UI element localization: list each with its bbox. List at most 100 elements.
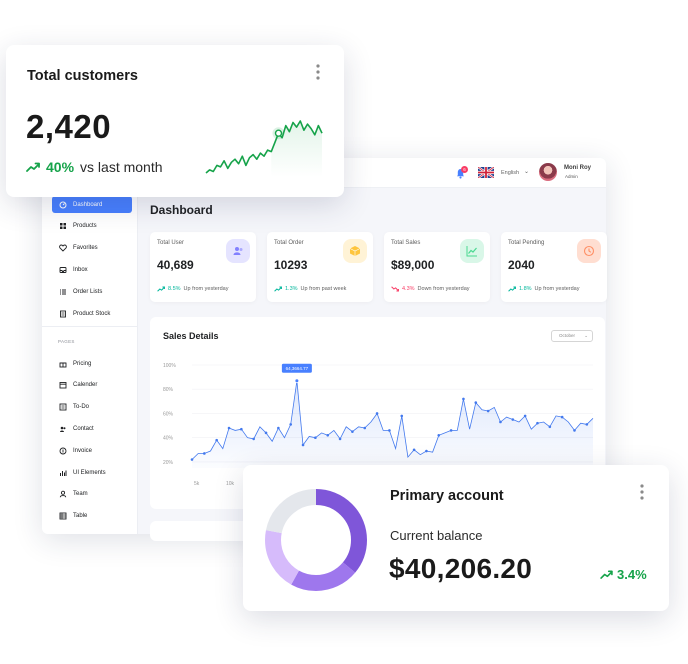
sales-point[interactable]	[289, 423, 293, 426]
sales-point[interactable]	[548, 425, 552, 429]
sidebar-item-label: Calender	[73, 382, 98, 389]
more-vertical-icon[interactable]	[639, 484, 645, 500]
avatar[interactable]	[539, 163, 557, 181]
sidebar-item-label: Favorites	[73, 245, 98, 252]
sales-area	[192, 380, 593, 468]
sidebar-item-products[interactable]: Products	[52, 218, 132, 235]
sidebar-item-label: Dashboard	[73, 201, 103, 208]
stat-value: 40,689	[157, 258, 194, 272]
sidebar-item-order-lists[interactable]: Order Lists	[52, 283, 132, 300]
sales-point[interactable]	[351, 430, 354, 433]
more-vertical-icon[interactable]	[315, 64, 321, 80]
language-selector[interactable]: English ⌄	[478, 166, 534, 180]
sidebar-item-ui-elements[interactable]: UI Elements	[52, 464, 132, 481]
sales-point[interactable]	[425, 449, 428, 453]
stock-icon	[60, 310, 66, 317]
sales-point[interactable]	[523, 414, 527, 418]
heart-icon	[59, 244, 67, 252]
y-tick-label: 40%	[163, 436, 174, 442]
stat-card-total-sales: Total Sales $89,000 4.3% Down from yesterda…	[384, 232, 490, 302]
sales-point[interactable]	[314, 436, 317, 440]
notification-badge: 6	[461, 166, 468, 173]
trend-up-icon	[274, 286, 282, 292]
balance-trend: 3.4%	[600, 567, 647, 582]
sales-point[interactable]	[190, 458, 194, 461]
sales-point[interactable]	[203, 452, 206, 455]
sidebar-item-contact[interactable]: Contact	[52, 420, 132, 437]
invoice-icon	[59, 447, 67, 455]
sales-point[interactable]	[585, 423, 589, 426]
sales-point[interactable]	[400, 414, 404, 418]
sales-point[interactable]	[301, 443, 305, 447]
sales-point[interactable]	[486, 409, 490, 413]
y-tick-label: 80%	[163, 387, 174, 393]
sidebar-item-dashboard[interactable]: Dashboard	[52, 196, 132, 213]
sidebar-item-pricing[interactable]: Pricing	[52, 355, 132, 372]
sidebar-item-label: Table	[73, 513, 88, 520]
trend-percent: 40%	[46, 159, 75, 175]
stat-value: $89,000	[391, 258, 435, 272]
sidebar-item-inbox[interactable]: Inbox	[52, 261, 132, 278]
sales-point[interactable]	[227, 426, 231, 430]
sales-point[interactable]	[252, 437, 255, 441]
stat-change-text: Down from yesterday	[417, 286, 470, 292]
user-role: Admin	[565, 174, 578, 179]
x-tick-label: 10k	[226, 481, 235, 487]
sales-point[interactable]	[573, 429, 576, 432]
sales-point[interactable]	[437, 433, 441, 437]
sidebar-item-team[interactable]: Team	[52, 486, 132, 503]
stat-label: Total User	[157, 240, 185, 246]
sidebar-item-to-do[interactable]: To-Do	[52, 399, 132, 416]
sales-point[interactable]	[388, 429, 391, 432]
sales-tooltip-text: 64,3664.77	[286, 366, 309, 371]
stat-change-text: Up from yesterday	[183, 286, 229, 292]
sales-highlight-point[interactable]	[294, 378, 299, 383]
stat-change: 8.5% Up from yesterday	[157, 286, 228, 292]
sales-point[interactable]	[363, 426, 367, 430]
sales-point[interactable]	[511, 418, 515, 421]
sidebar-item-label: Contact	[73, 425, 94, 432]
sales-point[interactable]	[462, 397, 465, 401]
sparkline-highlight-point[interactable]	[274, 129, 283, 137]
sidebar-item-invoice[interactable]: Invoice	[52, 442, 132, 459]
contact-icon	[60, 426, 66, 432]
stat-change: 1.3% Up from past week	[274, 286, 346, 292]
sales-point[interactable]	[499, 420, 502, 424]
uk-flag-icon	[478, 167, 494, 178]
balance-value: $40,206.20	[389, 553, 533, 584]
notification-button[interactable]: 6	[454, 166, 468, 180]
sales-point[interactable]	[536, 421, 539, 425]
sidebar-item-label: UI Elements	[73, 469, 106, 476]
sales-point[interactable]	[375, 412, 379, 415]
user-name: Moni Roy	[564, 165, 591, 171]
y-tick-label: 60%	[163, 411, 174, 417]
stat-value: 2040	[508, 258, 535, 272]
sidebar-item-product-stock[interactable]: Product Stock	[52, 305, 132, 322]
month-select[interactable]: October ⌄	[551, 330, 593, 342]
sales-title: Sales Details	[163, 331, 219, 341]
sidebar-item-favorites[interactable]: Favorites	[52, 240, 132, 257]
sidebar-item-label: Order Lists	[73, 288, 103, 295]
y-tick-label: 20%	[163, 460, 174, 466]
sales-point[interactable]	[215, 438, 218, 442]
sales-point[interactable]	[412, 448, 416, 452]
sidebar-item-label: Inbox	[73, 266, 88, 273]
sales-point[interactable]	[449, 429, 453, 432]
month-select-value: October	[559, 333, 576, 338]
stat-change-percent: 1.3%	[285, 286, 298, 292]
list-icon	[60, 289, 66, 295]
sales-point[interactable]	[277, 426, 280, 430]
sales-point[interactable]	[264, 431, 268, 435]
sales-point[interactable]	[338, 437, 342, 441]
sales-point[interactable]	[560, 415, 564, 419]
sales-point[interactable]	[326, 433, 330, 437]
stat-change-percent: 1.8%	[519, 286, 532, 292]
users-icon	[226, 239, 250, 263]
line-chart-icon	[460, 239, 484, 263]
language-label: English	[501, 170, 520, 176]
sidebar-item-table[interactable]: Table	[52, 508, 132, 525]
sidebar-item-calender[interactable]: Calender	[52, 377, 132, 394]
sidebar-item-label: Team	[73, 491, 88, 498]
sales-point[interactable]	[240, 427, 243, 431]
sales-point[interactable]	[474, 401, 478, 404]
